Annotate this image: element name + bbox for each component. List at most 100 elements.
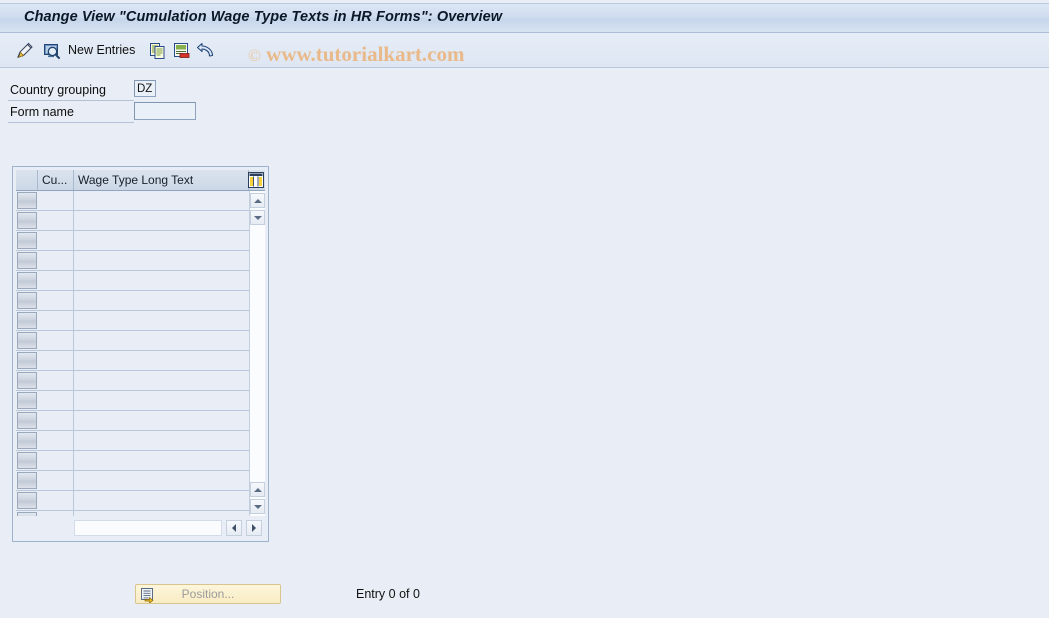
position-button[interactable]: Position... xyxy=(135,584,281,604)
row-select-button[interactable] xyxy=(17,192,37,209)
cell-wage-type-long-text[interactable] xyxy=(74,291,249,310)
field-underline xyxy=(8,122,134,123)
cell-wage-type-long-text[interactable] xyxy=(74,231,249,250)
cell-wage-type-long-text[interactable] xyxy=(74,471,249,490)
cell-cu[interactable] xyxy=(38,451,74,470)
scroll-right-arrow-icon[interactable] xyxy=(246,520,262,536)
row-select-button[interactable] xyxy=(17,412,37,429)
table-row[interactable] xyxy=(16,471,249,491)
table-row[interactable] xyxy=(16,291,249,311)
row-select-button[interactable] xyxy=(17,312,37,329)
table-row[interactable] xyxy=(16,231,249,251)
table-row[interactable] xyxy=(16,211,249,231)
cell-wage-type-long-text[interactable] xyxy=(74,211,249,230)
cell-cu[interactable] xyxy=(38,251,74,270)
row-select-button[interactable] xyxy=(17,252,37,269)
cell-cu[interactable] xyxy=(38,331,74,350)
copyright-icon: © xyxy=(248,46,261,65)
table-row[interactable] xyxy=(16,411,249,431)
table-row[interactable] xyxy=(16,191,249,211)
cell-cu[interactable] xyxy=(38,271,74,290)
cell-wage-type-long-text[interactable] xyxy=(74,411,249,430)
table-row[interactable] xyxy=(16,431,249,451)
position-button-label: Position... xyxy=(181,587,235,601)
table-row[interactable] xyxy=(16,351,249,371)
row-select-button[interactable] xyxy=(17,272,37,289)
cell-cu[interactable] xyxy=(38,291,74,310)
cell-wage-type-long-text[interactable] xyxy=(74,431,249,450)
table-row[interactable] xyxy=(16,451,249,471)
row-select-button[interactable] xyxy=(17,332,37,349)
copy-icon[interactable] xyxy=(148,41,168,61)
table-row[interactable] xyxy=(16,491,249,511)
row-select-button[interactable] xyxy=(17,212,37,229)
row-select-button[interactable] xyxy=(17,472,37,489)
table-row[interactable] xyxy=(16,371,249,391)
cell-wage-type-long-text[interactable] xyxy=(74,491,249,510)
horizontal-scroll-track[interactable] xyxy=(74,520,222,536)
magnifier-screen-icon[interactable] xyxy=(41,41,61,61)
form-name-row: Form name xyxy=(0,102,260,123)
select-all-header[interactable] xyxy=(16,170,38,190)
pencil-display-change-icon[interactable] xyxy=(15,41,35,61)
cell-wage-type-long-text[interactable] xyxy=(74,511,249,516)
row-select-button[interactable] xyxy=(17,512,37,516)
undo-icon[interactable] xyxy=(196,41,216,61)
cell-cu[interactable] xyxy=(38,411,74,430)
cell-wage-type-long-text[interactable] xyxy=(74,371,249,390)
row-select-button[interactable] xyxy=(17,372,37,389)
horizontal-scrollbar[interactable] xyxy=(74,519,265,537)
table-row[interactable] xyxy=(16,311,249,331)
cell-cu[interactable] xyxy=(38,191,74,210)
row-select-button[interactable] xyxy=(17,232,37,249)
country-grouping-label: Country grouping xyxy=(10,83,106,97)
scroll-left-arrow-icon[interactable] xyxy=(226,520,242,536)
cell-cu[interactable] xyxy=(38,391,74,410)
country-grouping-input[interactable] xyxy=(134,80,156,97)
table-row[interactable] xyxy=(16,331,249,351)
cell-wage-type-long-text[interactable] xyxy=(74,331,249,350)
table-row[interactable] xyxy=(16,271,249,291)
table-row[interactable] xyxy=(16,511,249,516)
row-select-button[interactable] xyxy=(17,292,37,309)
cell-wage-type-long-text[interactable] xyxy=(74,391,249,410)
column-header-cu[interactable]: Cu... xyxy=(38,170,74,190)
scroll-down-arrow-icon[interactable] xyxy=(250,210,265,225)
selection-form: Country grouping Form name xyxy=(0,78,400,124)
row-select-button[interactable] xyxy=(17,492,37,509)
form-name-input[interactable] xyxy=(134,102,196,120)
cell-wage-type-long-text[interactable] xyxy=(74,191,249,210)
column-config-icon[interactable] xyxy=(248,172,264,188)
scroll-up-arrow-icon[interactable] xyxy=(250,193,265,208)
cell-cu[interactable] xyxy=(38,211,74,230)
cell-wage-type-long-text[interactable] xyxy=(74,271,249,290)
column-header-wage-type-long-text[interactable]: Wage Type Long Text xyxy=(74,170,249,190)
row-select-button[interactable] xyxy=(17,352,37,369)
form-name-label: Form name xyxy=(10,105,74,119)
cell-cu[interactable] xyxy=(38,491,74,510)
row-select-button[interactable] xyxy=(17,432,37,449)
table-row[interactable] xyxy=(16,391,249,411)
scroll-page-up-arrow-icon[interactable] xyxy=(250,482,265,497)
cell-cu[interactable] xyxy=(38,371,74,390)
cell-wage-type-long-text[interactable] xyxy=(74,251,249,270)
row-select-button[interactable] xyxy=(17,392,37,409)
cell-wage-type-long-text[interactable] xyxy=(74,351,249,370)
page-title: Change View "Cumulation Wage Type Texts … xyxy=(24,9,503,25)
watermark-url: www.tutorialkart.com xyxy=(266,42,465,66)
cell-wage-type-long-text[interactable] xyxy=(74,311,249,330)
table-body xyxy=(16,191,249,516)
paste-icon[interactable] xyxy=(172,41,192,61)
vertical-scrollbar[interactable] xyxy=(249,191,265,516)
table-row[interactable] xyxy=(16,251,249,271)
cell-cu[interactable] xyxy=(38,351,74,370)
cell-cu[interactable] xyxy=(38,511,74,516)
cell-cu[interactable] xyxy=(38,231,74,250)
cell-cu[interactable] xyxy=(38,431,74,450)
row-select-button[interactable] xyxy=(17,452,37,469)
new-entries-button[interactable]: New Entries xyxy=(68,43,135,57)
cell-cu[interactable] xyxy=(38,311,74,330)
cell-wage-type-long-text[interactable] xyxy=(74,451,249,470)
cell-cu[interactable] xyxy=(38,471,74,490)
scroll-page-down-arrow-icon[interactable] xyxy=(250,499,265,514)
